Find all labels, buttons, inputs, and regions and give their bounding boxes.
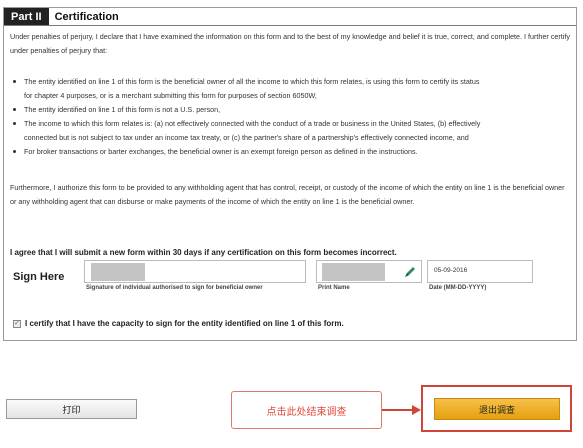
instruction-callout: 点击此处结束调查 [231, 391, 382, 429]
bullet-line: for chapter 4 purposes, or is a merchant… [24, 91, 317, 100]
sign-here-label: Sign Here [13, 271, 65, 283]
capacity-checkbox[interactable]: ✓ [13, 319, 21, 328]
redacted-signature [91, 263, 145, 281]
authorization-paragraph: Furthermore, I authorize this form to be… [10, 183, 565, 206]
bullet-not-us-person: The entity identified on line 1 of this … [10, 103, 572, 117]
date-value: 05-09-2016 [434, 267, 468, 274]
bullet-line: The entity identified on line 1 of this … [24, 77, 480, 86]
date-field[interactable]: 05-09-2016 [427, 260, 533, 283]
agree-statement: I agree that I will submit a new form wi… [10, 248, 397, 257]
redacted-name [322, 263, 385, 281]
bullet-broker: For broker transactions or barter exchan… [10, 145, 572, 159]
part-title: Certification [54, 10, 119, 23]
print-name-caption: Print Name [318, 285, 350, 291]
perjury-declaration: Under penalties of perjury, I declare th… [10, 32, 570, 55]
certification-form: Part II Certification Under penalties of… [3, 7, 577, 341]
part-tag: Part II [4, 8, 49, 25]
part-header: Part II Certification [4, 8, 576, 26]
certification-bullets: The entity identified on line 1 of this … [10, 75, 572, 159]
capacity-statement: I certify that I have the capacity to si… [25, 319, 344, 328]
signature-caption: Signature of individual authorised to si… [86, 285, 263, 291]
bullet-line: connected but is not subject to tax unde… [24, 133, 469, 142]
bullet-line: The income to which this form relates is… [24, 119, 481, 128]
date-caption: Date (MM-DD-YYYY) [429, 285, 487, 291]
bullet-line: For broker transactions or barter exchan… [24, 147, 418, 156]
pen-icon[interactable] [403, 265, 417, 279]
exit-survey-button[interactable]: 退出调查 [434, 398, 560, 420]
bullet-beneficial-owner: The entity identified on line 1 of this … [10, 75, 572, 103]
bullet-income: The income to which this form relates is… [10, 117, 572, 145]
bullet-line: The entity identified on line 1 of this … [24, 105, 221, 114]
capacity-row: ✓ I certify that I have the capacity to … [13, 319, 344, 328]
print-name-field[interactable] [316, 260, 422, 283]
print-button[interactable]: 打印 [6, 399, 137, 419]
signature-field[interactable] [84, 260, 306, 283]
arrow-right-icon [382, 405, 421, 415]
